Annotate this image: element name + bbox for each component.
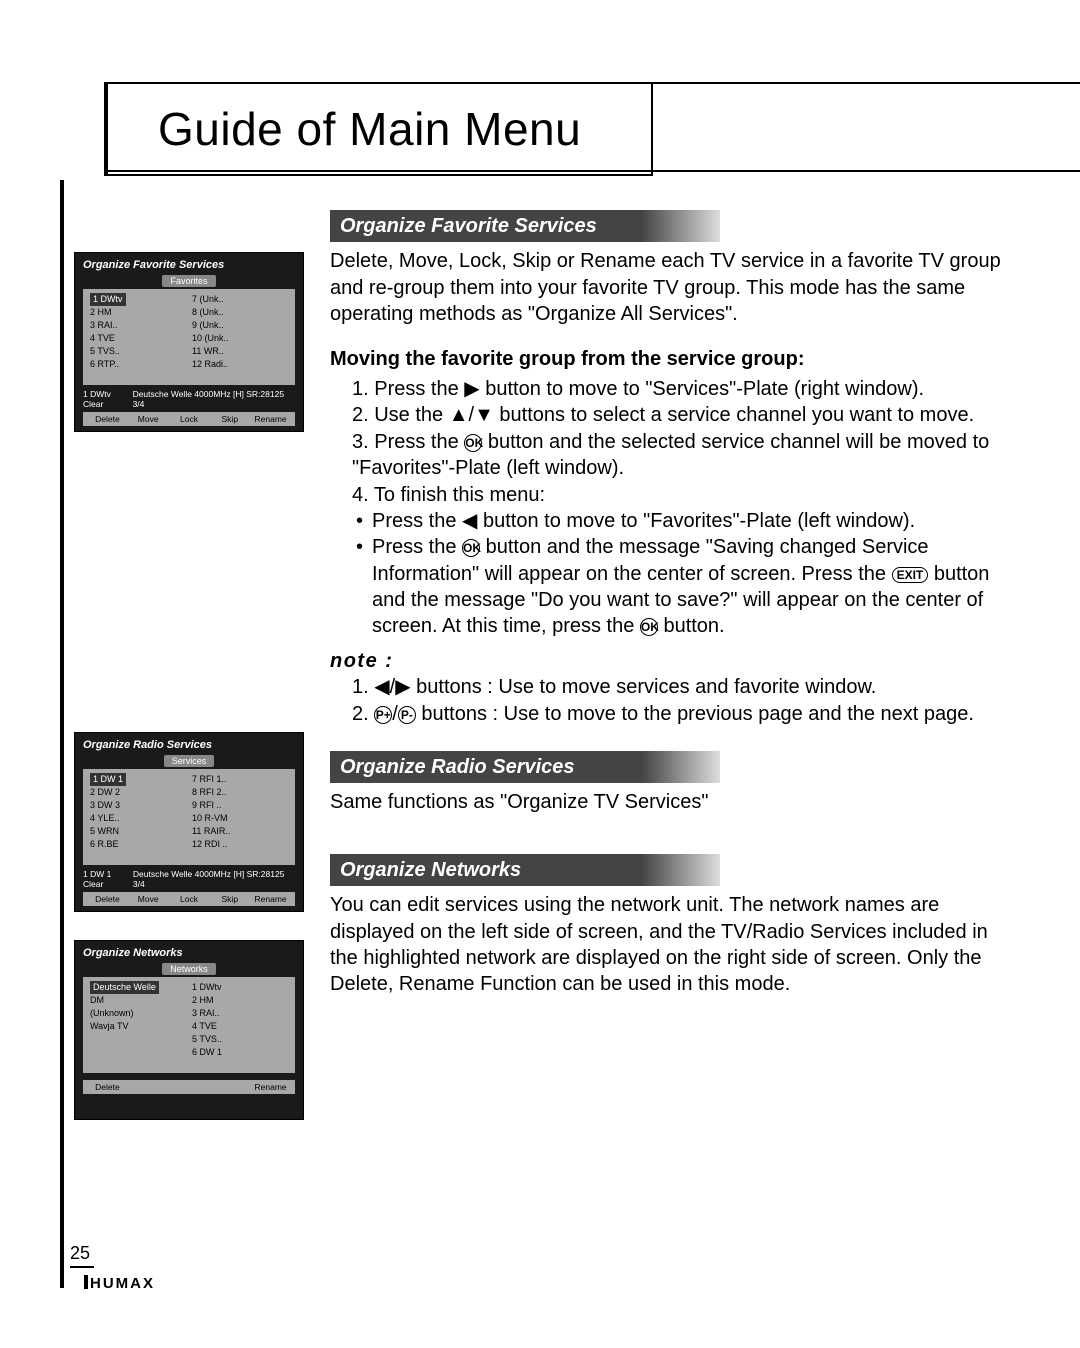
left-arrow-icon: ◀ xyxy=(462,510,477,532)
screenshot-title: Organize Networks xyxy=(83,947,295,959)
list-item: 7 (Unk.. xyxy=(192,294,224,304)
list-item: 10 R-VM xyxy=(192,813,228,823)
list-item: 2 HM xyxy=(90,307,112,317)
action-label: Lock xyxy=(169,894,210,904)
step-item: 2. Use the ▲/▼ buttons to select a servi… xyxy=(352,402,1010,428)
right-arrow-icon: ▶ xyxy=(464,378,479,400)
list-item: 7 RFI 1.. xyxy=(192,774,227,784)
list-item: (Unknown) xyxy=(90,1008,134,1018)
list-item: 6 DW 1 xyxy=(192,1047,222,1057)
note-item: 1. ◀/▶ buttons : Use to move services an… xyxy=(352,674,1010,700)
brand-logo: HUMAX xyxy=(84,1275,155,1292)
pane-label: Networks xyxy=(162,963,216,975)
note-label: note : xyxy=(330,648,1010,674)
action-label: Delete xyxy=(87,894,128,904)
pane-label: Favorites xyxy=(162,275,215,287)
vertical-rule xyxy=(60,180,64,1288)
list-item: 3 RAI.. xyxy=(90,320,118,330)
status-text: Deutsche Welle 4000MHz [H] SR:28125 3/4 xyxy=(133,869,295,889)
list-item: 1 DW 1 xyxy=(90,773,126,786)
list-item: DM xyxy=(90,995,104,1005)
bullet-item: Press the ◀ button to move to "Favorites… xyxy=(352,508,1010,534)
list-item: 11 RAIR.. xyxy=(192,826,230,836)
list-item: Wavja TV xyxy=(90,1021,129,1031)
list-item: 12 Radi.. xyxy=(192,359,228,369)
section-heading-favorite: Organize Favorite Services xyxy=(330,210,720,242)
note-list: 1. ◀/▶ buttons : Use to move services an… xyxy=(330,674,1010,727)
list-item: 5 TVS.. xyxy=(90,346,120,356)
pane-label: Services xyxy=(164,755,215,767)
screenshot-title: Organize Radio Services xyxy=(83,739,295,751)
action-label: Rename xyxy=(250,1082,291,1092)
page-title: Guide of Main Menu xyxy=(104,82,653,176)
step-item: 1. Press the ▶ button to move to "Servic… xyxy=(352,376,1010,402)
list-item: 6 RTP.. xyxy=(90,359,119,369)
action-label: Delete xyxy=(87,1082,128,1092)
list-item: 6 R.BE xyxy=(90,839,119,849)
ok-button-icon: OK xyxy=(462,539,480,557)
paragraph: Delete, Move, Lock, Skip or Rename each … xyxy=(330,248,1010,327)
note-item: 2. P+/P- buttons : Use to move to the pr… xyxy=(352,701,1010,727)
list-item: 1 DWtv xyxy=(90,293,126,306)
step-item: 4. To finish this menu: xyxy=(352,482,1010,508)
paragraph: Same functions as "Organize TV Services" xyxy=(330,789,1010,815)
screenshot-organize-radio: Organize Radio Services Services 1 DW 12… xyxy=(74,732,304,912)
action-label: Lock xyxy=(169,414,210,424)
bullet-item: Press the OK button and the message "Sav… xyxy=(352,534,1010,640)
list-item: 9 (Unk.. xyxy=(192,320,224,330)
list-item: 2 HM xyxy=(192,995,214,1005)
action-label: Move xyxy=(128,894,169,904)
list-item: 8 (Unk.. xyxy=(192,307,224,317)
section-heading-networks: Organize Networks xyxy=(330,854,720,886)
ok-button-icon: OK xyxy=(464,434,482,452)
paragraph: You can edit services using the network … xyxy=(330,892,1010,998)
list-item: 1 DWtv xyxy=(192,982,222,992)
list-item: 5 TVS.. xyxy=(192,1034,222,1044)
exit-button-icon: EXIT xyxy=(892,567,929,583)
screenshot-organize-favorite: Organize Favorite Services Favorites 1 D… xyxy=(74,252,304,432)
list-item: 4 TVE xyxy=(90,333,115,343)
step-list: 1. Press the ▶ button to move to "Servic… xyxy=(330,376,1010,640)
body-text: Organize Favorite Services Delete, Move,… xyxy=(330,210,1010,1016)
list-item: 3 RAI.. xyxy=(192,1008,220,1018)
status-text: Deutsche Welle 4000MHz [H] SR:28125 3/4 xyxy=(133,389,295,409)
sub-heading: Moving the favorite group from the servi… xyxy=(330,346,1010,372)
list-item: 4 YLE.. xyxy=(90,813,119,823)
rule xyxy=(104,170,1080,172)
list-item: 8 RFI 2.. xyxy=(192,787,227,797)
updown-arrow-icon: ▲/▼ xyxy=(449,404,494,426)
action-label: Skip xyxy=(209,414,250,424)
list-item: Deutsche Welle xyxy=(90,981,159,994)
list-item: 12 RDI .. xyxy=(192,839,228,849)
list-item: 5 WRN xyxy=(90,826,119,836)
action-label: Rename xyxy=(250,414,291,424)
screenshot-title: Organize Favorite Services xyxy=(83,259,295,271)
ok-button-icon: OK xyxy=(640,618,658,636)
list-item: 9 RFI .. xyxy=(192,800,222,810)
list-item: 2 DW 2 xyxy=(90,787,120,797)
screenshot-organize-networks: Organize Networks Networks Deutsche Well… xyxy=(74,940,304,1120)
list-item: 3 DW 3 xyxy=(90,800,120,810)
pminus-button-icon: P- xyxy=(398,706,416,724)
action-label: Move xyxy=(128,414,169,424)
list-item: 10 (Unk.. xyxy=(192,333,229,343)
step-item: 3. Press the OK button and the selected … xyxy=(352,429,1010,482)
status-text: 1 DWtv Clear xyxy=(83,389,133,409)
list-item: 4 TVE xyxy=(192,1021,217,1031)
page-number: 25 xyxy=(70,1243,94,1268)
action-label: Rename xyxy=(250,894,291,904)
action-label: Skip xyxy=(209,894,250,904)
section-heading-radio: Organize Radio Services xyxy=(330,751,720,783)
leftright-arrow-icon: ◀/▶ xyxy=(374,676,410,698)
pplus-button-icon: P+ xyxy=(374,706,392,724)
status-text: 1 DW 1 Clear xyxy=(83,869,133,889)
action-label: Delete xyxy=(87,414,128,424)
list-item: 11 WR.. xyxy=(192,346,224,356)
